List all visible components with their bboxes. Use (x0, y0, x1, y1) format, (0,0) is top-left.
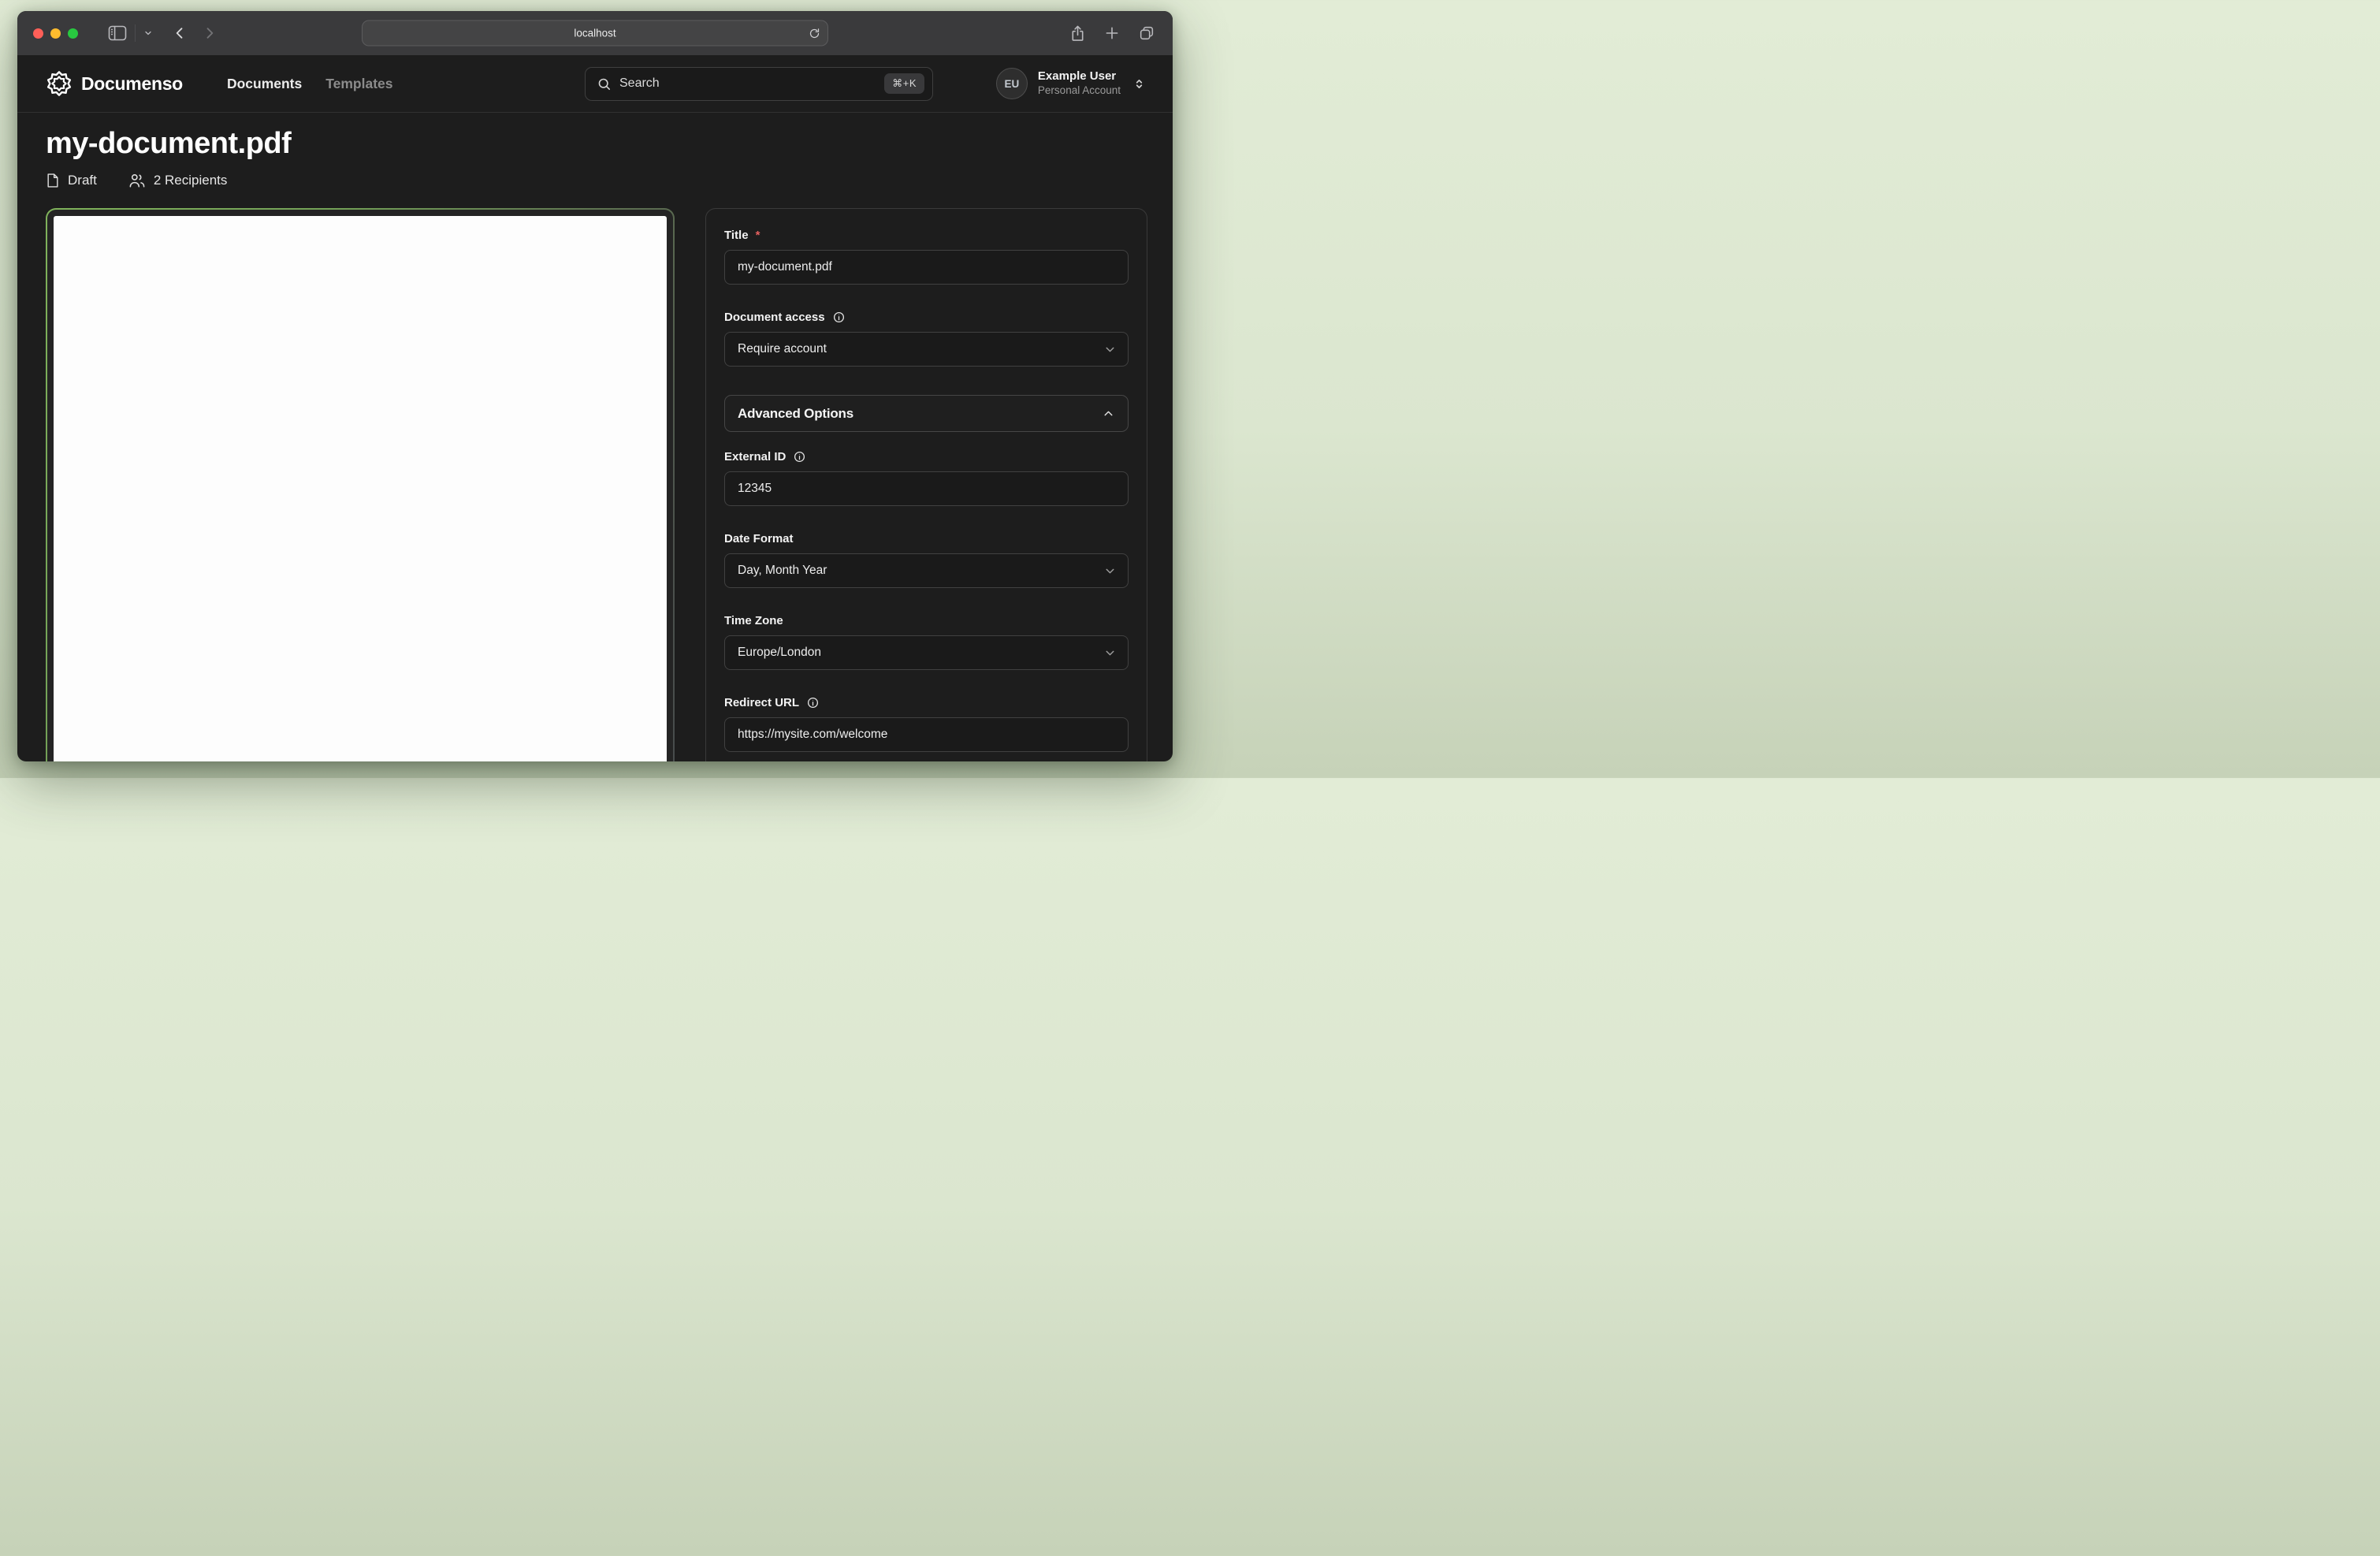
document-access-label: Document access (724, 311, 825, 324)
avatar: EU (996, 68, 1028, 99)
status-badge: Draft (46, 173, 97, 188)
advanced-options-label: Advanced Options (738, 406, 853, 422)
account-switcher[interactable]: EU Example User Personal Account (996, 68, 1146, 99)
required-asterisk: * (756, 229, 760, 242)
page-title: my-document.pdf (46, 127, 1147, 161)
nav-documents[interactable]: Documents (227, 76, 302, 92)
recipients-badge: 2 Recipients (128, 173, 228, 188)
brand[interactable]: Documenso (46, 70, 183, 97)
info-icon[interactable] (793, 450, 806, 463)
title-input[interactable] (724, 250, 1129, 285)
user-name: Example User (1038, 69, 1121, 84)
date-format-select[interactable]: Day, Month Year (724, 553, 1129, 588)
user-account-type: Personal Account (1038, 84, 1121, 98)
sidebar-toggle-icon[interactable] (108, 25, 127, 41)
app-header: Documenso Documents Templates Search ⌘+K… (17, 55, 1173, 113)
chevron-down-icon (1103, 646, 1117, 660)
external-id-group: External ID (724, 450, 1129, 506)
time-zone-group: Time Zone Europe/London (724, 614, 1129, 670)
browser-toolbar: localhost (17, 11, 1173, 55)
documenso-logo-icon (46, 70, 73, 97)
search-shortcut-badge: ⌘+K (884, 73, 924, 94)
browser-window: localhost (17, 11, 1173, 761)
info-icon[interactable] (832, 311, 846, 324)
file-icon (46, 173, 60, 188)
document-settings-panel: Title * Document access Require account (705, 208, 1147, 761)
document-access-select[interactable]: Require account (724, 332, 1129, 367)
close-window-button[interactable] (33, 28, 43, 39)
back-button[interactable] (172, 25, 188, 41)
external-id-label: External ID (724, 450, 786, 463)
redirect-url-label: Redirect URL (724, 696, 799, 709)
date-format-label: Date Format (724, 532, 794, 545)
nav-templates[interactable]: Templates (325, 76, 392, 92)
time-zone-select[interactable]: Europe/London (724, 635, 1129, 670)
zoom-window-button[interactable] (68, 28, 78, 39)
pdf-page[interactable] (54, 216, 667, 761)
address-bar[interactable]: localhost (362, 20, 828, 47)
document-viewer-card (46, 208, 675, 761)
users-icon (128, 173, 146, 188)
brand-name: Documenso (81, 73, 183, 95)
info-icon[interactable] (806, 696, 820, 709)
sidebar-chevron-down-icon[interactable] (143, 28, 153, 38)
refresh-icon[interactable] (809, 28, 820, 39)
chevrons-up-down-icon (1132, 77, 1146, 91)
chevron-up-icon (1102, 407, 1115, 420)
search-placeholder: Search (619, 76, 876, 91)
forward-button[interactable] (202, 25, 218, 41)
advanced-options-toggle[interactable]: Advanced Options (724, 395, 1129, 432)
main-nav: Documents Templates (227, 76, 393, 92)
traffic-lights (33, 28, 78, 39)
date-format-group: Date Format Day, Month Year (724, 532, 1129, 588)
title-label: Title (724, 229, 749, 242)
chevron-down-icon (1103, 564, 1117, 578)
external-id-input[interactable] (724, 471, 1129, 506)
document-access-group: Document access Require account (724, 311, 1129, 367)
time-zone-label: Time Zone (724, 614, 783, 627)
minimize-window-button[interactable] (50, 28, 61, 39)
redirect-url-input[interactable] (724, 717, 1129, 752)
new-tab-icon[interactable] (1104, 25, 1120, 41)
search-input[interactable]: Search ⌘+K (585, 67, 933, 101)
share-icon[interactable] (1069, 24, 1086, 43)
document-edit-page: my-document.pdf Draft 2 Recipients (17, 113, 1173, 761)
title-field-group: Title * (724, 229, 1129, 285)
document-meta: Draft 2 Recipients (46, 173, 1147, 188)
address-bar-url: localhost (574, 28, 615, 39)
search-icon (597, 76, 612, 91)
redirect-url-group: Redirect URL (724, 696, 1129, 752)
chevron-down-icon (1103, 343, 1117, 356)
tab-overview-icon[interactable] (1138, 24, 1155, 42)
